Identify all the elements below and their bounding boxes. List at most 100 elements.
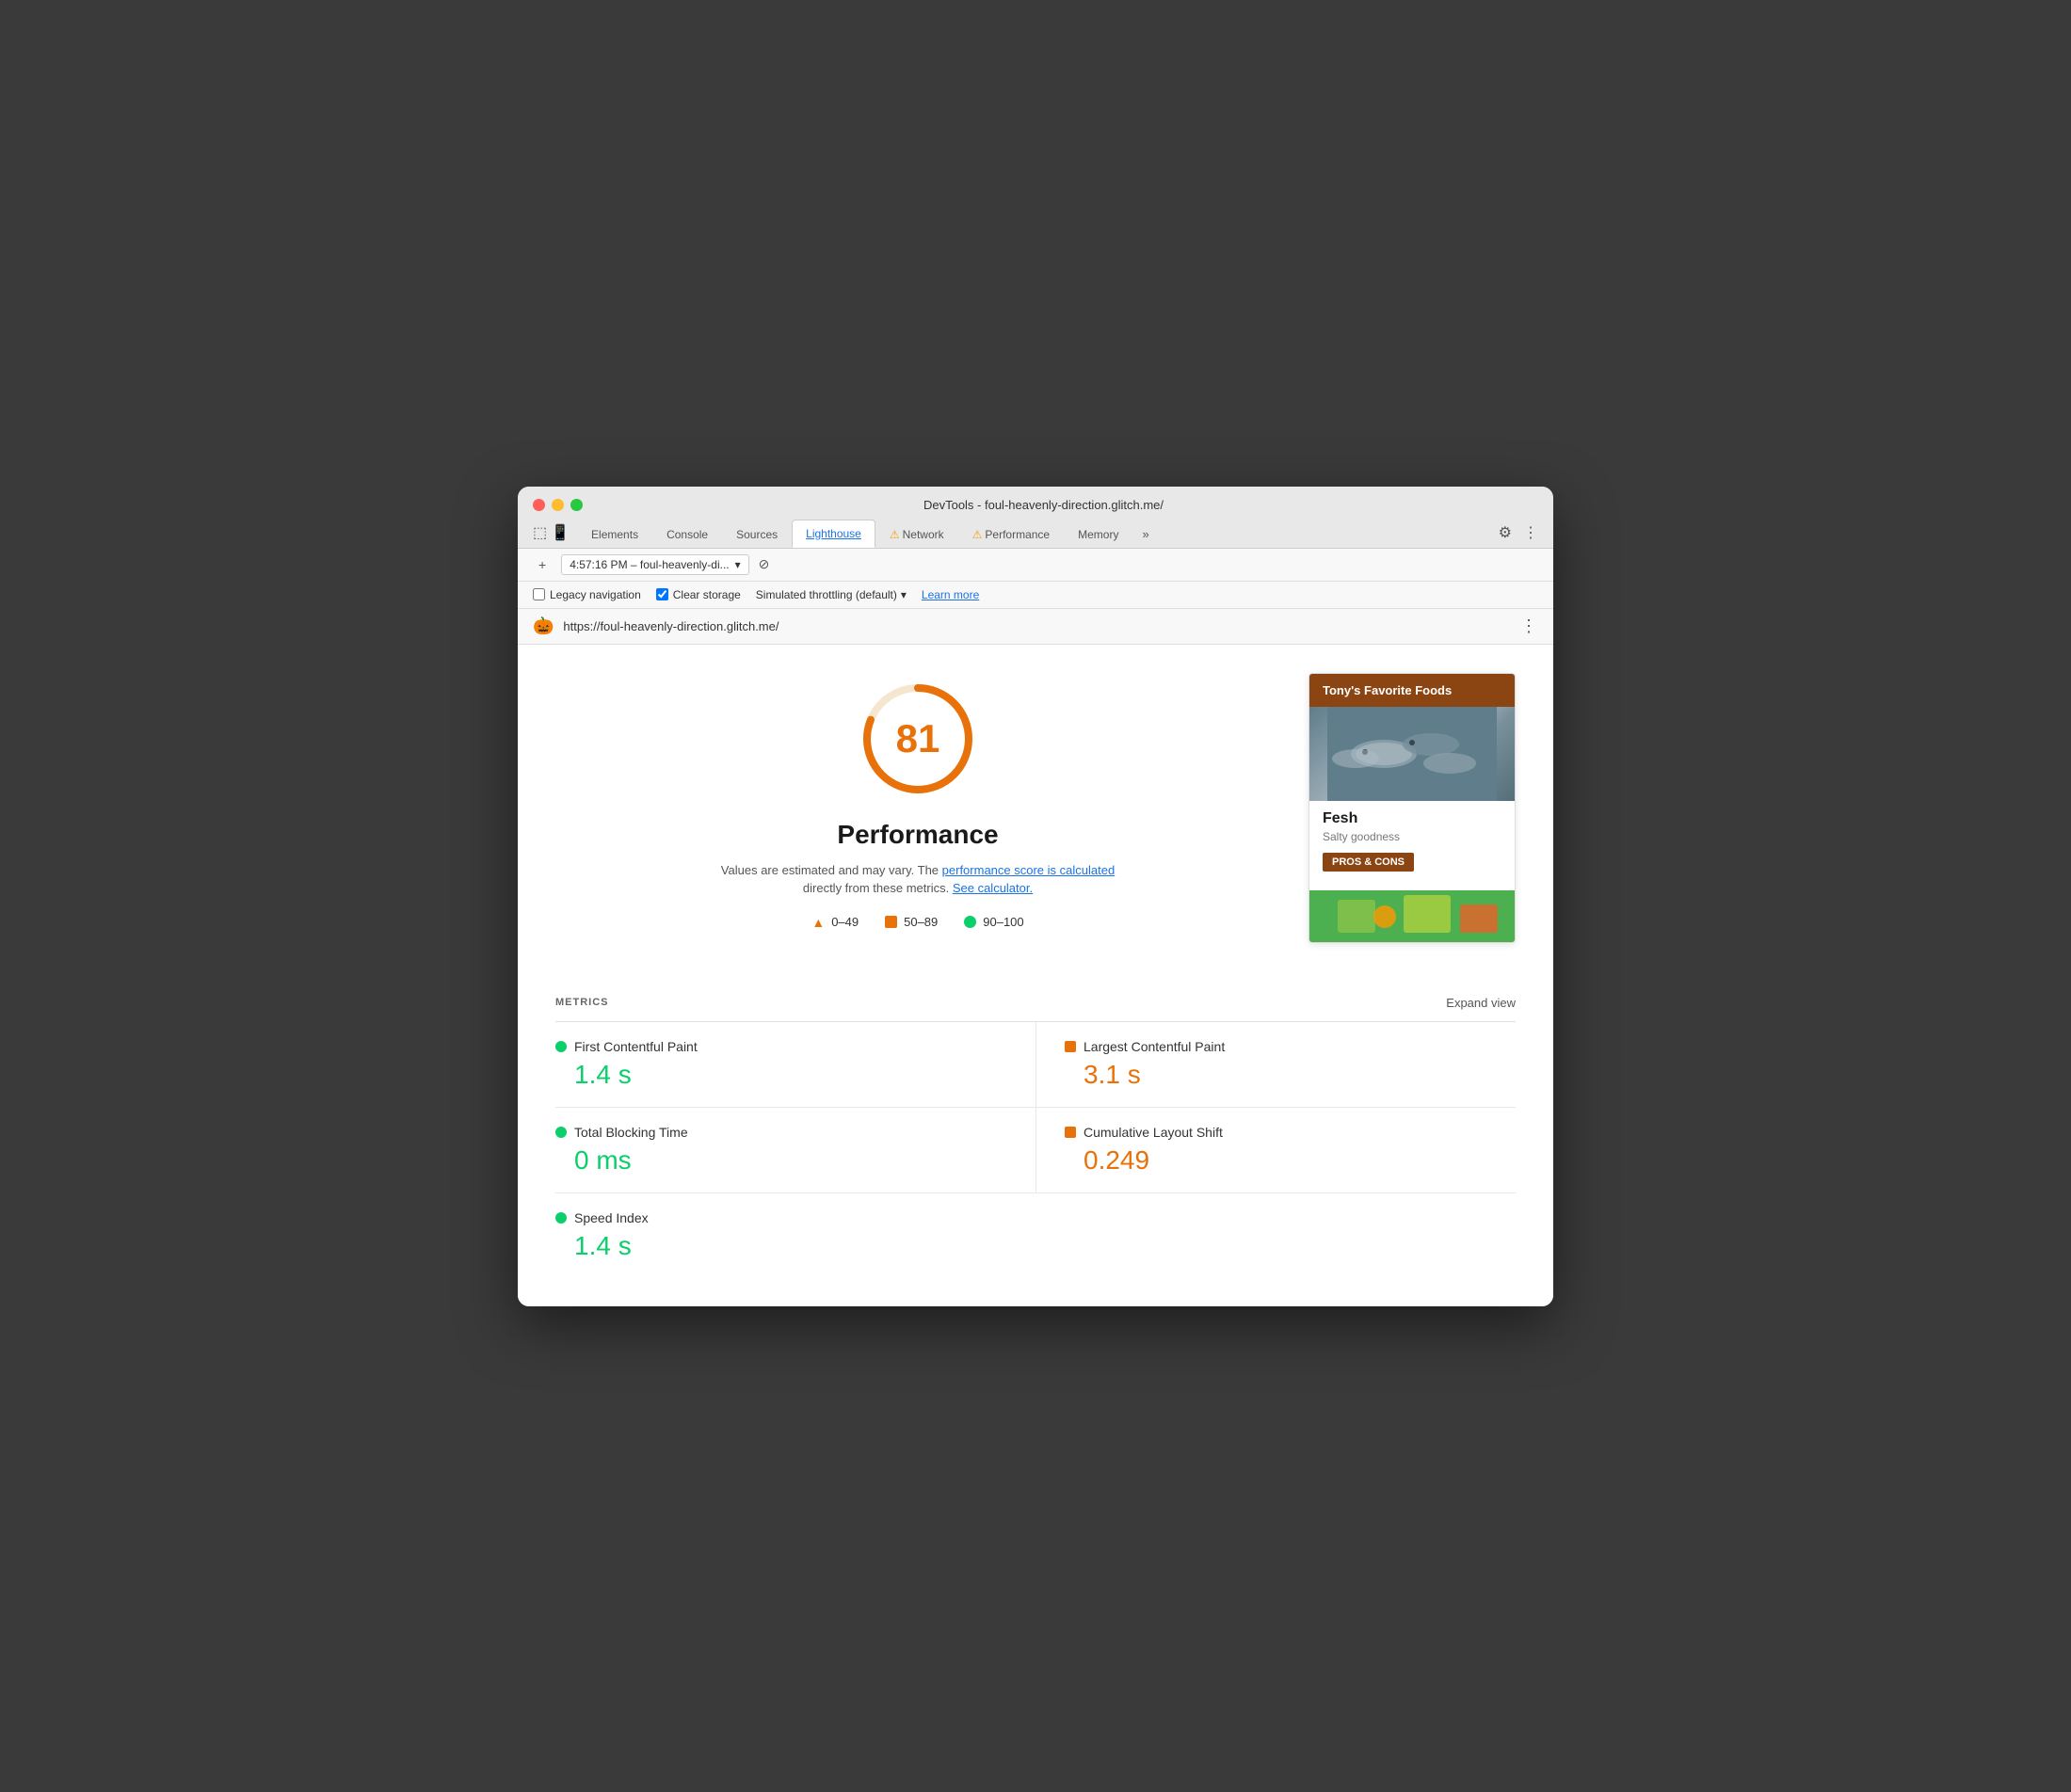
metric-cls-value: 0.249 xyxy=(1065,1145,1497,1176)
legend-average: 50–89 xyxy=(885,915,938,929)
metric-fcp-value: 1.4 s xyxy=(555,1060,1017,1090)
metrics-grid: First Contentful Paint 1.4 s Largest Con… xyxy=(555,1022,1516,1278)
food-image-1 xyxy=(1309,707,1515,801)
url-more-options[interactable]: ⋮ xyxy=(1520,616,1538,636)
device-icon[interactable]: 📱 xyxy=(551,523,570,542)
session-selector[interactable]: 4:57:16 PM – foul-heavenly-di... ▾ xyxy=(561,554,748,575)
main-content: 81 Performance Values are estimated and … xyxy=(518,645,1553,981)
tab-sources[interactable]: Sources xyxy=(722,520,792,548)
site-preview-body: Fesh Salty goodness PROS & CONS xyxy=(1309,707,1515,942)
expand-view-button[interactable]: Expand view xyxy=(1446,996,1516,1010)
tab-elements[interactable]: Elements xyxy=(577,520,652,548)
tab-performance[interactable]: ⚠Performance xyxy=(958,520,1064,548)
metric-fcp-status-icon xyxy=(555,1041,567,1052)
metrics-header: METRICS Expand view xyxy=(555,981,1516,1022)
food-name: Fesh xyxy=(1323,810,1501,827)
legend-pass-range: 90–100 xyxy=(983,915,1023,929)
calculator-link[interactable]: See calculator. xyxy=(953,881,1033,895)
score-gauge: 81 xyxy=(852,673,984,805)
desc-text: Values are estimated and may vary. The xyxy=(721,863,939,877)
metric-lcp-header: Largest Contentful Paint xyxy=(1065,1039,1497,1054)
session-label: 4:57:16 PM – foul-heavenly-di... xyxy=(570,558,729,571)
throttling-dropdown-icon: ▾ xyxy=(901,588,907,601)
add-session-button[interactable]: + xyxy=(533,554,552,575)
fail-triangle-icon: ▲ xyxy=(811,915,825,930)
metrics-section: METRICS Expand view First Contentful Pai… xyxy=(518,981,1553,1306)
pros-cons-button[interactable]: PROS & CONS xyxy=(1323,853,1414,872)
metric-lcp-status-icon xyxy=(1065,1041,1076,1052)
right-panel: Tony's Favorite Foods xyxy=(1308,673,1516,952)
more-tabs-button[interactable]: » xyxy=(1132,520,1158,548)
performance-title: Performance xyxy=(837,820,998,850)
pass-circle-icon xyxy=(964,916,976,928)
inspect-icon[interactable]: ⬚ xyxy=(533,523,547,542)
legacy-navigation-checkbox[interactable] xyxy=(533,588,545,600)
average-square-icon xyxy=(885,916,897,928)
site-preview: Tony's Favorite Foods xyxy=(1308,673,1516,943)
clear-storage-label: Clear storage xyxy=(673,588,741,601)
close-button[interactable] xyxy=(533,499,545,511)
tab-console[interactable]: Console xyxy=(652,520,722,548)
gauge-score: 81 xyxy=(896,716,940,761)
food-tagline: Salty goodness xyxy=(1323,830,1501,843)
left-panel: 81 Performance Values are estimated and … xyxy=(555,673,1280,952)
fish-illustration xyxy=(1327,707,1497,801)
window-title: DevTools - foul-heavenly-direction.glitc… xyxy=(598,498,1489,512)
settings-icon[interactable]: ⚙ xyxy=(1499,523,1512,542)
metric-si-value: 1.4 s xyxy=(555,1231,1017,1261)
legend-pass: 90–100 xyxy=(964,915,1023,929)
url-bar: 🎃 https://foul-heavenly-direction.glitch… xyxy=(518,609,1553,645)
clear-storage-option[interactable]: Clear storage xyxy=(656,588,741,601)
legacy-navigation-option[interactable]: Legacy navigation xyxy=(533,588,641,601)
learn-more-link[interactable]: Learn more xyxy=(922,588,979,601)
desc-mid: directly from these metrics. xyxy=(803,881,953,895)
url-text: https://foul-heavenly-direction.glitch.m… xyxy=(563,619,1511,633)
tab-lighthouse[interactable]: Lighthouse xyxy=(792,520,875,548)
metric-lcp-name: Largest Contentful Paint xyxy=(1084,1039,1225,1054)
traffic-lights xyxy=(533,499,583,511)
metric-tbt: Total Blocking Time 0 ms xyxy=(555,1108,1036,1193)
metric-si-header: Speed Index xyxy=(555,1210,1017,1225)
titlebar: DevTools - foul-heavenly-direction.glitc… xyxy=(518,487,1553,549)
tab-network[interactable]: ⚠Network xyxy=(875,520,958,548)
metric-tbt-value: 0 ms xyxy=(555,1145,1017,1176)
site-preview-header: Tony's Favorite Foods xyxy=(1309,674,1515,707)
performance-description: Values are estimated and may vary. The p… xyxy=(720,861,1116,898)
metric-tbt-status-icon xyxy=(555,1127,567,1138)
throttling-selector[interactable]: Simulated throttling (default) ▾ xyxy=(756,588,907,601)
toolbar: + 4:57:16 PM – foul-heavenly-di... ▾ ⊘ xyxy=(518,549,1553,582)
session-dropdown-icon: ▾ xyxy=(735,558,741,571)
legend-fail-range: 0–49 xyxy=(831,915,859,929)
more-options-icon[interactable]: ⋮ xyxy=(1523,523,1538,542)
metric-lcp: Largest Contentful Paint 3.1 s xyxy=(1036,1022,1516,1108)
clear-storage-checkbox[interactable] xyxy=(656,588,668,600)
legacy-navigation-label: Legacy navigation xyxy=(550,588,641,601)
legend-average-range: 50–89 xyxy=(904,915,938,929)
performance-score-link[interactable]: performance score is calculated xyxy=(942,863,1116,877)
throttling-label: Simulated throttling (default) xyxy=(756,588,897,601)
food-image-2 xyxy=(1309,890,1515,942)
tab-memory[interactable]: Memory xyxy=(1064,520,1132,548)
metric-fcp-header: First Contentful Paint xyxy=(555,1039,1017,1054)
metric-tbt-header: Total Blocking Time xyxy=(555,1125,1017,1140)
minimize-button[interactable] xyxy=(552,499,564,511)
score-section: 81 Performance Values are estimated and … xyxy=(555,673,1280,930)
devtools-tabs: ⬚ 📱 Elements Console Sources Lighthouse … xyxy=(533,520,1538,548)
metric-si-status-icon xyxy=(555,1212,567,1224)
metric-cls-name: Cumulative Layout Shift xyxy=(1084,1125,1223,1140)
metric-tbt-name: Total Blocking Time xyxy=(574,1125,688,1140)
legend-fail: ▲ 0–49 xyxy=(811,915,859,930)
reload-icon[interactable]: ⊘ xyxy=(759,556,770,572)
score-legend: ▲ 0–49 50–89 90–100 xyxy=(811,915,1023,930)
maximize-button[interactable] xyxy=(570,499,583,511)
favicon-icon: 🎃 xyxy=(533,616,554,636)
metric-cls-status-icon xyxy=(1065,1127,1076,1138)
metric-fcp: First Contentful Paint 1.4 s xyxy=(555,1022,1036,1108)
metric-si-name: Speed Index xyxy=(574,1210,649,1225)
metrics-label: METRICS xyxy=(555,997,609,1008)
options-bar: Legacy navigation Clear storage Simulate… xyxy=(518,582,1553,609)
devtools-window: DevTools - foul-heavenly-direction.glitc… xyxy=(518,487,1553,1306)
metric-fcp-name: First Contentful Paint xyxy=(574,1039,698,1054)
metric-si: Speed Index 1.4 s xyxy=(555,1193,1036,1278)
metric-cls-header: Cumulative Layout Shift xyxy=(1065,1125,1497,1140)
